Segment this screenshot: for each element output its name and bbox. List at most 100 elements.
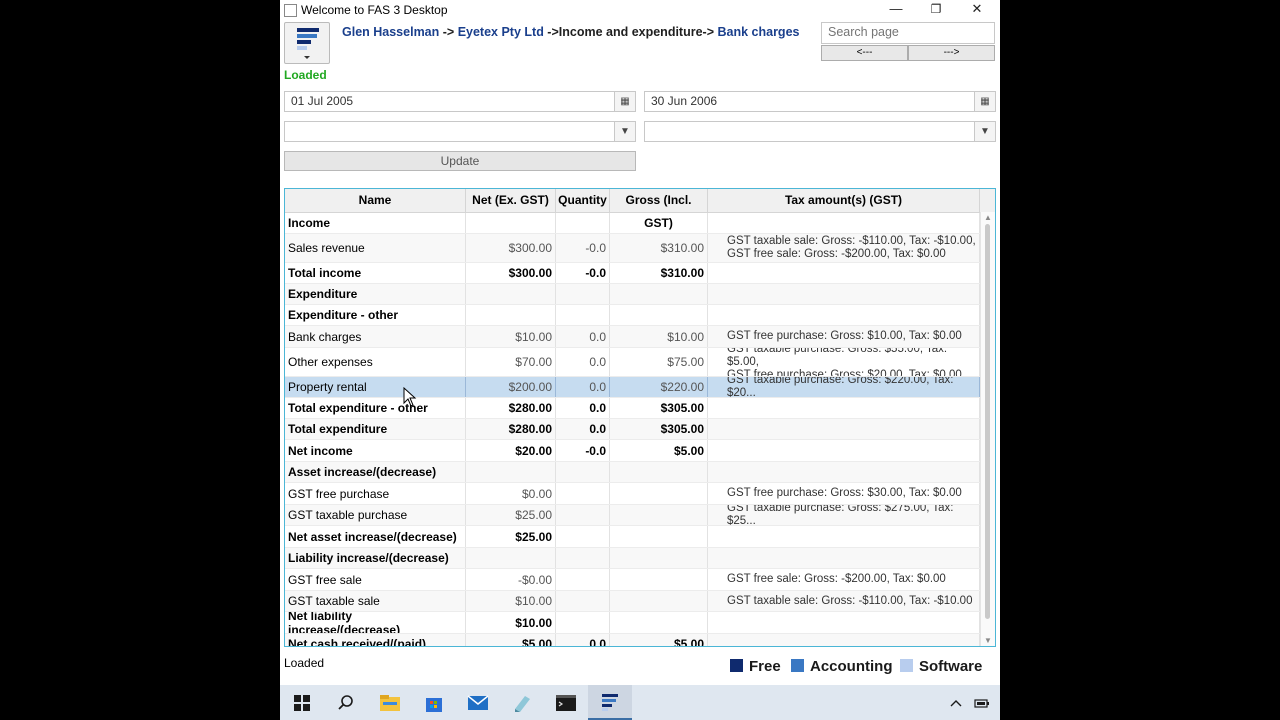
cell-quantity — [556, 505, 610, 525]
legend-accounting-swatch — [791, 659, 804, 672]
table-row[interactable]: Net income $20.00 -0.0 $5.00 — [285, 440, 980, 462]
cell-name: Total expenditure - other — [285, 398, 466, 418]
cell-quantity: 0.0 — [556, 377, 610, 397]
table-row[interactable]: GST taxable sale $10.00 GST taxable sale: … — [285, 591, 980, 612]
file-explorer-icon[interactable] — [368, 685, 412, 720]
legend-accounting-label: Accounting — [810, 658, 893, 675]
mail-icon[interactable] — [456, 685, 500, 720]
cell-quantity — [556, 612, 610, 633]
breadcrumb-company[interactable]: Eyetex Pty Ltd — [458, 25, 544, 39]
cell-net: -$0.00 — [466, 569, 556, 590]
app-icon — [284, 4, 297, 17]
cell-tax — [708, 284, 980, 304]
cell-quantity — [556, 483, 610, 504]
cell-quantity: -0.0 — [556, 263, 610, 283]
filter-dropdown-1[interactable]: ▼ — [284, 121, 636, 142]
restore-button[interactable]: ❐ — [916, 0, 956, 20]
vertical-scrollbar[interactable]: ▲ ▼ — [980, 212, 995, 646]
search-box — [821, 22, 995, 44]
cell-quantity: -0.0 — [556, 440, 610, 461]
table-row[interactable]: Bank charges $10.00 0.0 $10.00 GST free purc… — [285, 326, 980, 348]
cell-quantity — [556, 548, 610, 568]
table-row[interactable]: GST free purchase $0.00 GST free purchase:… — [285, 483, 980, 505]
cell-gross — [610, 483, 708, 504]
cell-name: Total income — [285, 263, 466, 283]
back-button[interactable]: <--- — [821, 45, 908, 61]
cell-gross: $5.00 — [610, 634, 708, 646]
table-row[interactable]: Sales revenue $300.00 -0.0 $310.00 GST taxab… — [285, 234, 980, 263]
filter-dropdown-2[interactable]: ▼ — [644, 121, 996, 142]
date-from-field[interactable]: 01 Jul 2005 ▦ — [284, 91, 636, 112]
header-name[interactable]: Name — [285, 189, 466, 212]
cell-tax: GST taxable sale: Gross: -$110.00, Tax: … — [708, 591, 980, 611]
terminal-icon[interactable] — [544, 685, 588, 720]
table-row[interactable]: Expenditure — [285, 284, 980, 305]
cell-net: $300.00 — [466, 263, 556, 283]
table-row[interactable]: Expenditure - other — [285, 305, 980, 326]
search-input[interactable] — [822, 23, 994, 41]
calendar-icon[interactable]: ▦ — [614, 92, 635, 111]
calendar-icon[interactable]: ▦ — [974, 92, 995, 111]
cell-quantity — [556, 591, 610, 611]
table-row[interactable]: Net asset increase/(decrease) $25.00 — [285, 526, 980, 548]
close-button[interactable]: ✕ — [957, 0, 997, 20]
search-icon[interactable] — [324, 685, 368, 720]
table-row[interactable]: GST free sale -$0.00 GST free sale: Gross:… — [285, 569, 980, 591]
table-row[interactable]: Net liability increase/(decrease) $10.00 — [285, 612, 980, 634]
table-row[interactable]: Total expenditure - other $280.00 0.0 $305.… — [285, 398, 980, 419]
legend-software-swatch — [900, 659, 913, 672]
cell-net — [466, 305, 556, 325]
cell-net: $280.00 — [466, 419, 556, 439]
cell-gross: $305.00 — [610, 419, 708, 439]
breadcrumb-user[interactable]: Glen Hasselman — [342, 25, 439, 39]
scrollbar-thumb[interactable] — [985, 224, 990, 619]
cell-tax — [708, 634, 980, 646]
notepad-icon[interactable] — [500, 685, 544, 720]
cell-quantity: 0.0 — [556, 326, 610, 347]
header-tax[interactable]: Tax amount(s) (GST) — [708, 189, 980, 212]
breadcrumb-separator: -> — [439, 25, 458, 39]
table-row[interactable]: Asset increase/(decrease) — [285, 462, 980, 483]
store-icon[interactable] — [412, 685, 456, 720]
table-row[interactable]: Liability increase/(decrease) — [285, 548, 980, 569]
chevron-up-icon[interactable] — [944, 685, 968, 720]
minimize-button[interactable]: — — [876, 0, 916, 20]
header-net[interactable]: Net (Ex. GST) — [466, 189, 556, 212]
legend-free-swatch — [730, 659, 743, 672]
forward-button[interactable]: ---> — [908, 45, 995, 61]
table-row[interactable]: Other expenses $70.00 0.0 $75.00 GST taxable… — [285, 348, 980, 377]
cell-name: Income — [285, 213, 466, 233]
table-row[interactable]: GST taxable purchase $25.00 GST taxable pu… — [285, 505, 980, 526]
battery-icon[interactable] — [970, 685, 994, 720]
date-from-value: 01 Jul 2005 — [291, 94, 354, 108]
breadcrumb-section: ->Income and expenditure-> — [543, 25, 718, 39]
cell-net: $280.00 — [466, 398, 556, 418]
cell-name: Bank charges — [285, 326, 466, 347]
table-row[interactable]: Total expenditure $280.00 0.0 $305.00 — [285, 419, 980, 440]
cell-tax: GST taxable purchase: Gross: $220.00, Ta… — [708, 377, 980, 397]
windows-start-icon[interactable] — [280, 685, 324, 720]
cell-tax: GST taxable purchase: Gross: $275.00, Ta… — [708, 505, 980, 525]
breadcrumb-page[interactable]: Bank charges — [717, 25, 799, 39]
header-quantity[interactable]: Quantity — [556, 189, 610, 212]
fas-logo-menu-button[interactable] — [284, 22, 330, 64]
legend-free-label: Free — [749, 658, 781, 675]
app-window: Welcome to FAS 3 Desktop — ❐ ✕ Loaded Gl… — [280, 0, 1000, 685]
chevron-down-icon[interactable]: ▼ — [614, 122, 635, 141]
chevron-down-icon[interactable]: ▼ — [974, 122, 995, 141]
cell-net: $20.00 — [466, 440, 556, 461]
cell-gross — [610, 591, 708, 611]
fas-app-icon[interactable] — [588, 685, 632, 720]
taskbar — [280, 685, 1000, 720]
scroll-up-icon[interactable]: ▲ — [981, 213, 995, 222]
table-row[interactable]: Net cash received/(paid) $5.00 0.0 $5.00 — [285, 634, 980, 646]
table-row[interactable]: Property rental $200.00 0.0 $220.00 GST taxa… — [285, 377, 980, 398]
table-row[interactable]: Income — [285, 213, 980, 234]
date-to-field[interactable]: 30 Jun 2006 ▦ — [644, 91, 996, 112]
cell-tax — [708, 440, 980, 461]
table-row[interactable]: Total income $300.00 -0.0 $310.00 — [285, 263, 980, 284]
cell-gross: $310.00 — [610, 234, 708, 262]
scroll-down-icon[interactable]: ▼ — [981, 636, 995, 645]
update-button[interactable]: Update — [284, 151, 636, 171]
header-gross[interactable]: Gross (Incl. GST) — [610, 189, 708, 230]
